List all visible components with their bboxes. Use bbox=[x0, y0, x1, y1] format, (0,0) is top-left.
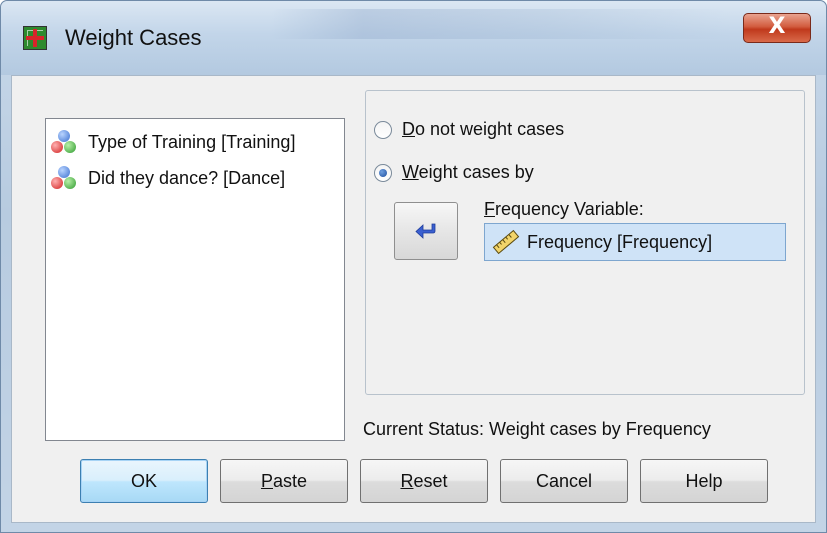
do-not-weight-label: Do not weight cases bbox=[402, 119, 565, 139]
window-title: Weight Cases bbox=[65, 25, 202, 50]
arrow-left-icon bbox=[415, 223, 436, 239]
variable-item-dance[interactable]: Did they dance? [Dance] bbox=[50, 165, 285, 191]
current-status-text: Current Status: Weight cases by Frequenc… bbox=[363, 419, 711, 439]
paste-button[interactable]: Paste bbox=[220, 459, 348, 503]
move-variable-button[interactable] bbox=[394, 202, 458, 260]
variable-label: Did they dance? [Dance] bbox=[88, 167, 286, 188]
weight-cases-by-label: Weight cases by bbox=[402, 162, 534, 182]
weight-cases-by-option[interactable]: Weight cases by bbox=[374, 162, 534, 183]
variable-item-training[interactable]: Type of Training [Training] bbox=[50, 129, 295, 155]
variable-list[interactable]: Type of Training [Training] Did they dan… bbox=[45, 118, 345, 441]
reset-button[interactable]: Reset bbox=[360, 459, 488, 503]
nominal-variable-icon bbox=[50, 129, 78, 155]
help-button[interactable]: Help bbox=[640, 459, 768, 503]
weight-cases-by-radio[interactable] bbox=[374, 163, 392, 182]
nominal-variable-icon bbox=[50, 165, 78, 191]
frequency-variable-field[interactable]: Frequency [Frequency] bbox=[484, 223, 786, 261]
do-not-weight-option[interactable]: Do not weight cases bbox=[374, 119, 564, 140]
ok-button[interactable]: OK bbox=[80, 459, 208, 503]
frequency-variable-label: Frequency Variable: bbox=[484, 199, 644, 219]
variable-label: Type of Training [Training] bbox=[88, 131, 296, 152]
close-button[interactable]: X bbox=[743, 13, 811, 43]
weight-cases-dialog: Weight Cases X Type of Training [Trainin… bbox=[0, 0, 827, 533]
spss-app-icon bbox=[23, 26, 47, 50]
frequency-variable-value: Frequency [Frequency] bbox=[527, 231, 713, 252]
title-bar-background bbox=[271, 9, 731, 39]
cancel-button[interactable]: Cancel bbox=[500, 459, 628, 503]
do-not-weight-radio[interactable] bbox=[374, 120, 392, 139]
scale-variable-icon bbox=[492, 229, 520, 255]
title-bar[interactable]: Weight Cases X bbox=[1, 1, 826, 75]
